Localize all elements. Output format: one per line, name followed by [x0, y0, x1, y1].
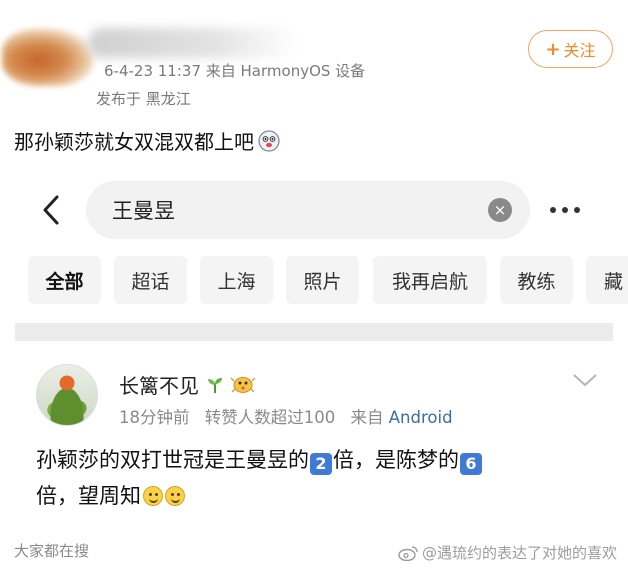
- comment-body-part1: 孙颖莎的双打世冠是王曼昱的: [36, 448, 309, 472]
- ghost-emoji-icon: [258, 129, 280, 152]
- post-meta: 6-4-23 11:37 来自 HarmonyOS 设备: [104, 62, 366, 80]
- watermark-text: @遇琉约的表达了对她的喜欢: [422, 544, 618, 562]
- avatar[interactable]: [36, 364, 98, 426]
- follow-label: 关注: [563, 41, 596, 60]
- back-arrow-icon[interactable]: [36, 193, 66, 227]
- smile-emoji-icon: [143, 486, 163, 506]
- smile-emoji-icon: [165, 486, 185, 506]
- tab-coach[interactable]: 教练: [500, 256, 573, 304]
- post-text-content: 那孙颖莎就女双混双都上吧: [14, 130, 254, 154]
- tab-all[interactable]: 全部: [28, 256, 101, 304]
- tab-photos[interactable]: 照片: [286, 256, 359, 304]
- blurred-avatar[interactable]: [2, 28, 94, 86]
- clear-icon[interactable]: ×: [488, 198, 512, 222]
- chevron-down-icon[interactable]: [572, 372, 598, 388]
- number-badge-6: 6: [460, 453, 482, 475]
- comment-username-row: 长篱不见: [119, 370, 256, 399]
- follow-button[interactable]: + 关注: [528, 30, 613, 68]
- tab-super-topic[interactable]: 超话: [114, 256, 187, 304]
- comment-body-part2: 倍，是陈梦的: [333, 448, 459, 472]
- search-query: 王曼昱: [112, 199, 175, 223]
- comment-meta: 18分钟前 转赞人数超过100 来自 Android: [119, 404, 453, 428]
- divider-strip: [15, 323, 613, 341]
- comment-time: 18分钟前: [119, 408, 190, 427]
- watermark: @遇琉约的表达了对她的喜欢: [398, 542, 617, 563]
- comment-username[interactable]: 长篱不见: [119, 370, 199, 399]
- comment-source-prefix: 来自: [350, 408, 384, 427]
- search-bar: 王曼昱 ×: [0, 175, 628, 245]
- post-location: 发布于 黑龙江: [96, 90, 191, 108]
- post-text: 那孙颖莎就女双混双都上吧: [14, 126, 280, 155]
- blurred-username[interactable]: [88, 28, 298, 58]
- search-input[interactable]: 王曼昱 ×: [86, 181, 530, 239]
- number-badge-2: 2: [310, 453, 332, 475]
- plus-icon: +: [545, 38, 561, 60]
- comment-card: 长篱不见 18分钟前 转赞人数超过100 来自 Android 孙颖莎的双打世冠…: [0, 350, 628, 530]
- post-header: 6-4-23 11:37 来自 HarmonyOS 设备 发布于 黑龙江 + 关…: [0, 0, 628, 120]
- tab-truncated[interactable]: 藏: [586, 256, 628, 304]
- comment-source-platform[interactable]: Android: [389, 408, 453, 427]
- comment-repost-info: 转赞人数超过100: [204, 408, 336, 427]
- more-dots-icon[interactable]: [550, 201, 590, 219]
- comment-body: 孙颖莎的双打世冠是王曼昱的 2 倍，是陈梦的 6 倍，望周知: [36, 442, 596, 514]
- comment-body-part3: 倍，望周知: [36, 484, 141, 508]
- fish-icon: [230, 375, 256, 395]
- sprout-icon: [205, 375, 225, 395]
- weibo-logo-icon: [398, 545, 418, 561]
- tab-shanghai[interactable]: 上海: [200, 256, 273, 304]
- trending-section-label: 大家都在搜: [14, 542, 90, 560]
- tab-set-sail-again[interactable]: 我再启航: [373, 256, 487, 304]
- filter-tabs: 全部 超话 上海 照片 我再启航 教练 藏: [0, 256, 628, 304]
